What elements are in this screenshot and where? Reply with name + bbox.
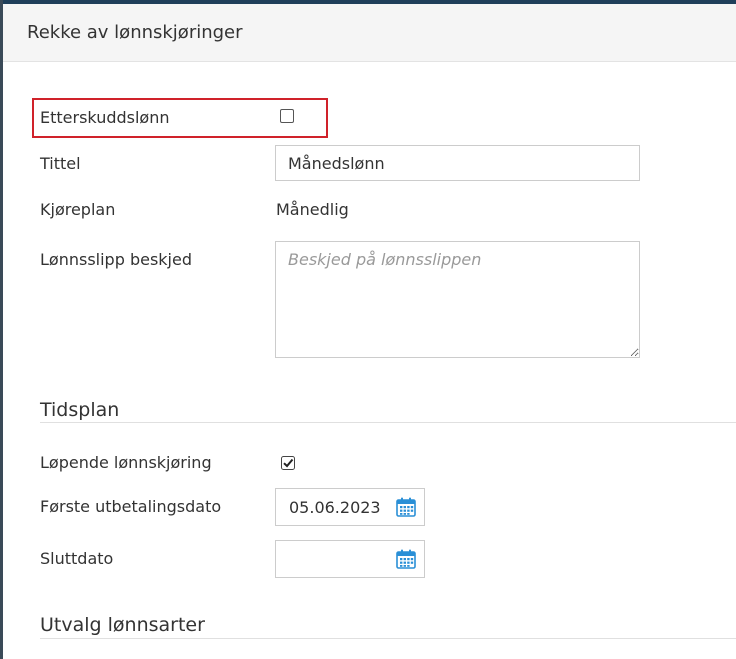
lonnsslipp-textarea[interactable] [275,241,640,358]
dialog-title: Rekke av lønnskjøringer [27,22,243,43]
lonnsslipp-label: Lønnsslipp beskjed [40,250,192,269]
calendar-icon[interactable] [395,548,417,570]
utvalg-heading: Utvalg lønnsarter [40,614,205,636]
dialog-header: Rekke av lønnskjøringer [3,4,736,62]
lopende-label: Løpende lønnskjøring [40,453,212,472]
payroll-series-dialog: Rekke av lønnskjøringer Etterskuddslønn … [3,4,736,659]
forste-dato-input[interactable]: 05.06.2023 [275,488,425,526]
sluttdato-input[interactable] [275,540,425,578]
forste-dato-value: 05.06.2023 [289,498,381,517]
lopende-checkbox[interactable] [281,456,295,470]
etterskudd-label: Etterskuddslønn [40,108,170,127]
calendar-icon[interactable] [395,496,417,518]
kjoreplan-value: Månedlig [276,200,349,219]
sluttdato-label: Sluttdato [40,549,114,568]
tittel-label: Tittel [40,154,81,173]
forste-dato-label: Første utbetalingsdato [40,497,222,516]
tittel-input[interactable] [275,145,640,181]
etterskudd-checkbox[interactable] [280,109,294,123]
utvalg-divider [40,638,736,639]
tidsplan-heading: Tidsplan [40,399,120,421]
kjoreplan-label: Kjøreplan [40,200,116,219]
tidsplan-divider [40,422,736,423]
